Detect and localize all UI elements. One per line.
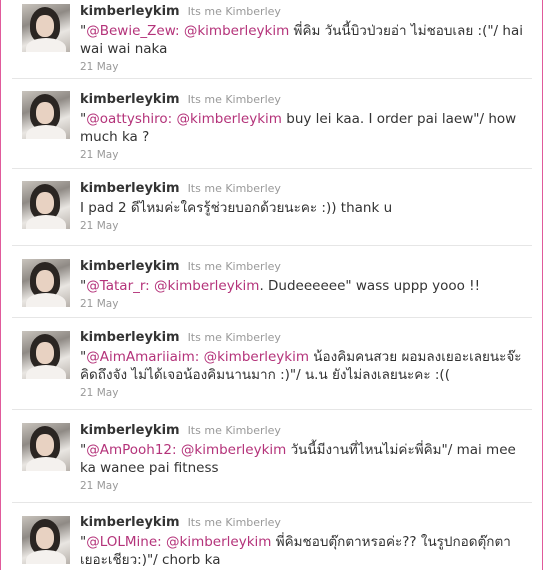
full-name: Its me Kimberley: [187, 260, 281, 273]
tweet-text: "@oattyshiro: @kimberleykim buy lei kaa.…: [80, 111, 517, 145]
user-avatar[interactable]: [22, 91, 70, 139]
tweet-text: I pad 2 ดีไหมค่ะใครรู้ช่วยบอกด้วยนะคะ :)…: [80, 200, 393, 216]
full-name: Its me Kimberley: [187, 331, 281, 344]
mention-link[interactable]: @kimberleykim: [204, 349, 309, 365]
full-name: Its me Kimberley: [187, 5, 281, 18]
mention-link[interactable]: @kimberleykim: [177, 111, 282, 127]
full-name: Its me Kimberley: [187, 424, 281, 437]
timeline-frame: kimberleykim Its me Kimberley "@Bewie_Ze…: [0, 0, 543, 570]
tweet-item[interactable]: kimberleykim Its me Kimberley "@Bewie_Ze…: [12, 0, 532, 79]
tweet-timestamp[interactable]: 21 May: [80, 148, 526, 162]
tweet-timeline: kimberleykim Its me Kimberley "@Bewie_Ze…: [12, 0, 532, 570]
mention-link[interactable]: @AimAmariiaim:: [86, 349, 199, 365]
full-name: Its me Kimberley: [187, 182, 281, 195]
user-avatar[interactable]: [22, 181, 70, 229]
mention-link[interactable]: @Tatar_r:: [86, 278, 150, 294]
tweet-text: "@Tatar_r: @kimberleykim. Dudeeeeee" was…: [80, 278, 481, 294]
mention-link[interactable]: @kimberleykim: [154, 278, 259, 294]
mention-link[interactable]: @AmPooh12:: [86, 442, 176, 458]
tweet-item[interactable]: kimberleykim Its me Kimberley "@LOLMine:…: [12, 503, 532, 570]
tweet-timestamp[interactable]: 21 May: [80, 219, 526, 233]
tweet-item[interactable]: kimberleykim Its me Kimberley "@Tatar_r:…: [12, 246, 532, 318]
user-avatar[interactable]: [22, 4, 70, 52]
screen-name-link[interactable]: kimberleykim: [80, 330, 180, 345]
mention-link[interactable]: @LOLMine:: [86, 534, 162, 550]
mention-link[interactable]: @kimberleykim: [166, 534, 271, 550]
user-avatar[interactable]: [22, 259, 70, 307]
full-name: Its me Kimberley: [187, 93, 281, 106]
screen-name-link[interactable]: kimberleykim: [80, 423, 180, 438]
screen-name-link[interactable]: kimberleykim: [80, 4, 180, 19]
tweet-timestamp[interactable]: 21 May: [80, 60, 526, 74]
tweet-timestamp[interactable]: 21 May: [80, 479, 526, 493]
mention-link[interactable]: @kimberleykim: [181, 442, 286, 458]
tweet-item[interactable]: kimberleykim Its me Kimberley "@oattyshi…: [12, 79, 532, 169]
user-avatar[interactable]: [22, 423, 70, 471]
mention-link[interactable]: @kimberleykim: [184, 23, 289, 39]
mention-link[interactable]: @oattyshiro:: [86, 111, 172, 127]
user-avatar[interactable]: [22, 516, 70, 564]
tweet-item[interactable]: kimberleykim Its me Kimberley "@AmPooh12…: [12, 410, 532, 503]
screen-name-link[interactable]: kimberleykim: [80, 92, 180, 107]
screen-name-link[interactable]: kimberleykim: [80, 181, 180, 196]
screen-name-link[interactable]: kimberleykim: [80, 259, 180, 274]
tweet-text: "@Bewie_Zew: @kimberleykim พี่คิม วันนี้…: [80, 23, 523, 57]
tweet-text: "@AmPooh12: @kimberleykim วันนี้มีงานที่…: [80, 442, 516, 476]
tweet-item[interactable]: kimberleykim Its me Kimberley "@AimAmari…: [12, 318, 532, 410]
tweet-timestamp[interactable]: 21 May: [80, 386, 526, 400]
mention-link[interactable]: @Bewie_Zew:: [86, 23, 179, 39]
tweet-item[interactable]: kimberleykim Its me Kimberley I pad 2 ดี…: [12, 169, 532, 246]
tweet-timestamp[interactable]: 21 May: [80, 297, 526, 311]
screen-name-link[interactable]: kimberleykim: [80, 515, 180, 530]
tweet-text: "@AimAmariiaim: @kimberleykim น้องคิมคนส…: [80, 349, 522, 383]
user-avatar[interactable]: [22, 331, 70, 379]
full-name: Its me Kimberley: [187, 516, 281, 529]
tweet-text: "@LOLMine: @kimberleykim พี่คิมชอบตุ๊กตา…: [80, 534, 511, 568]
